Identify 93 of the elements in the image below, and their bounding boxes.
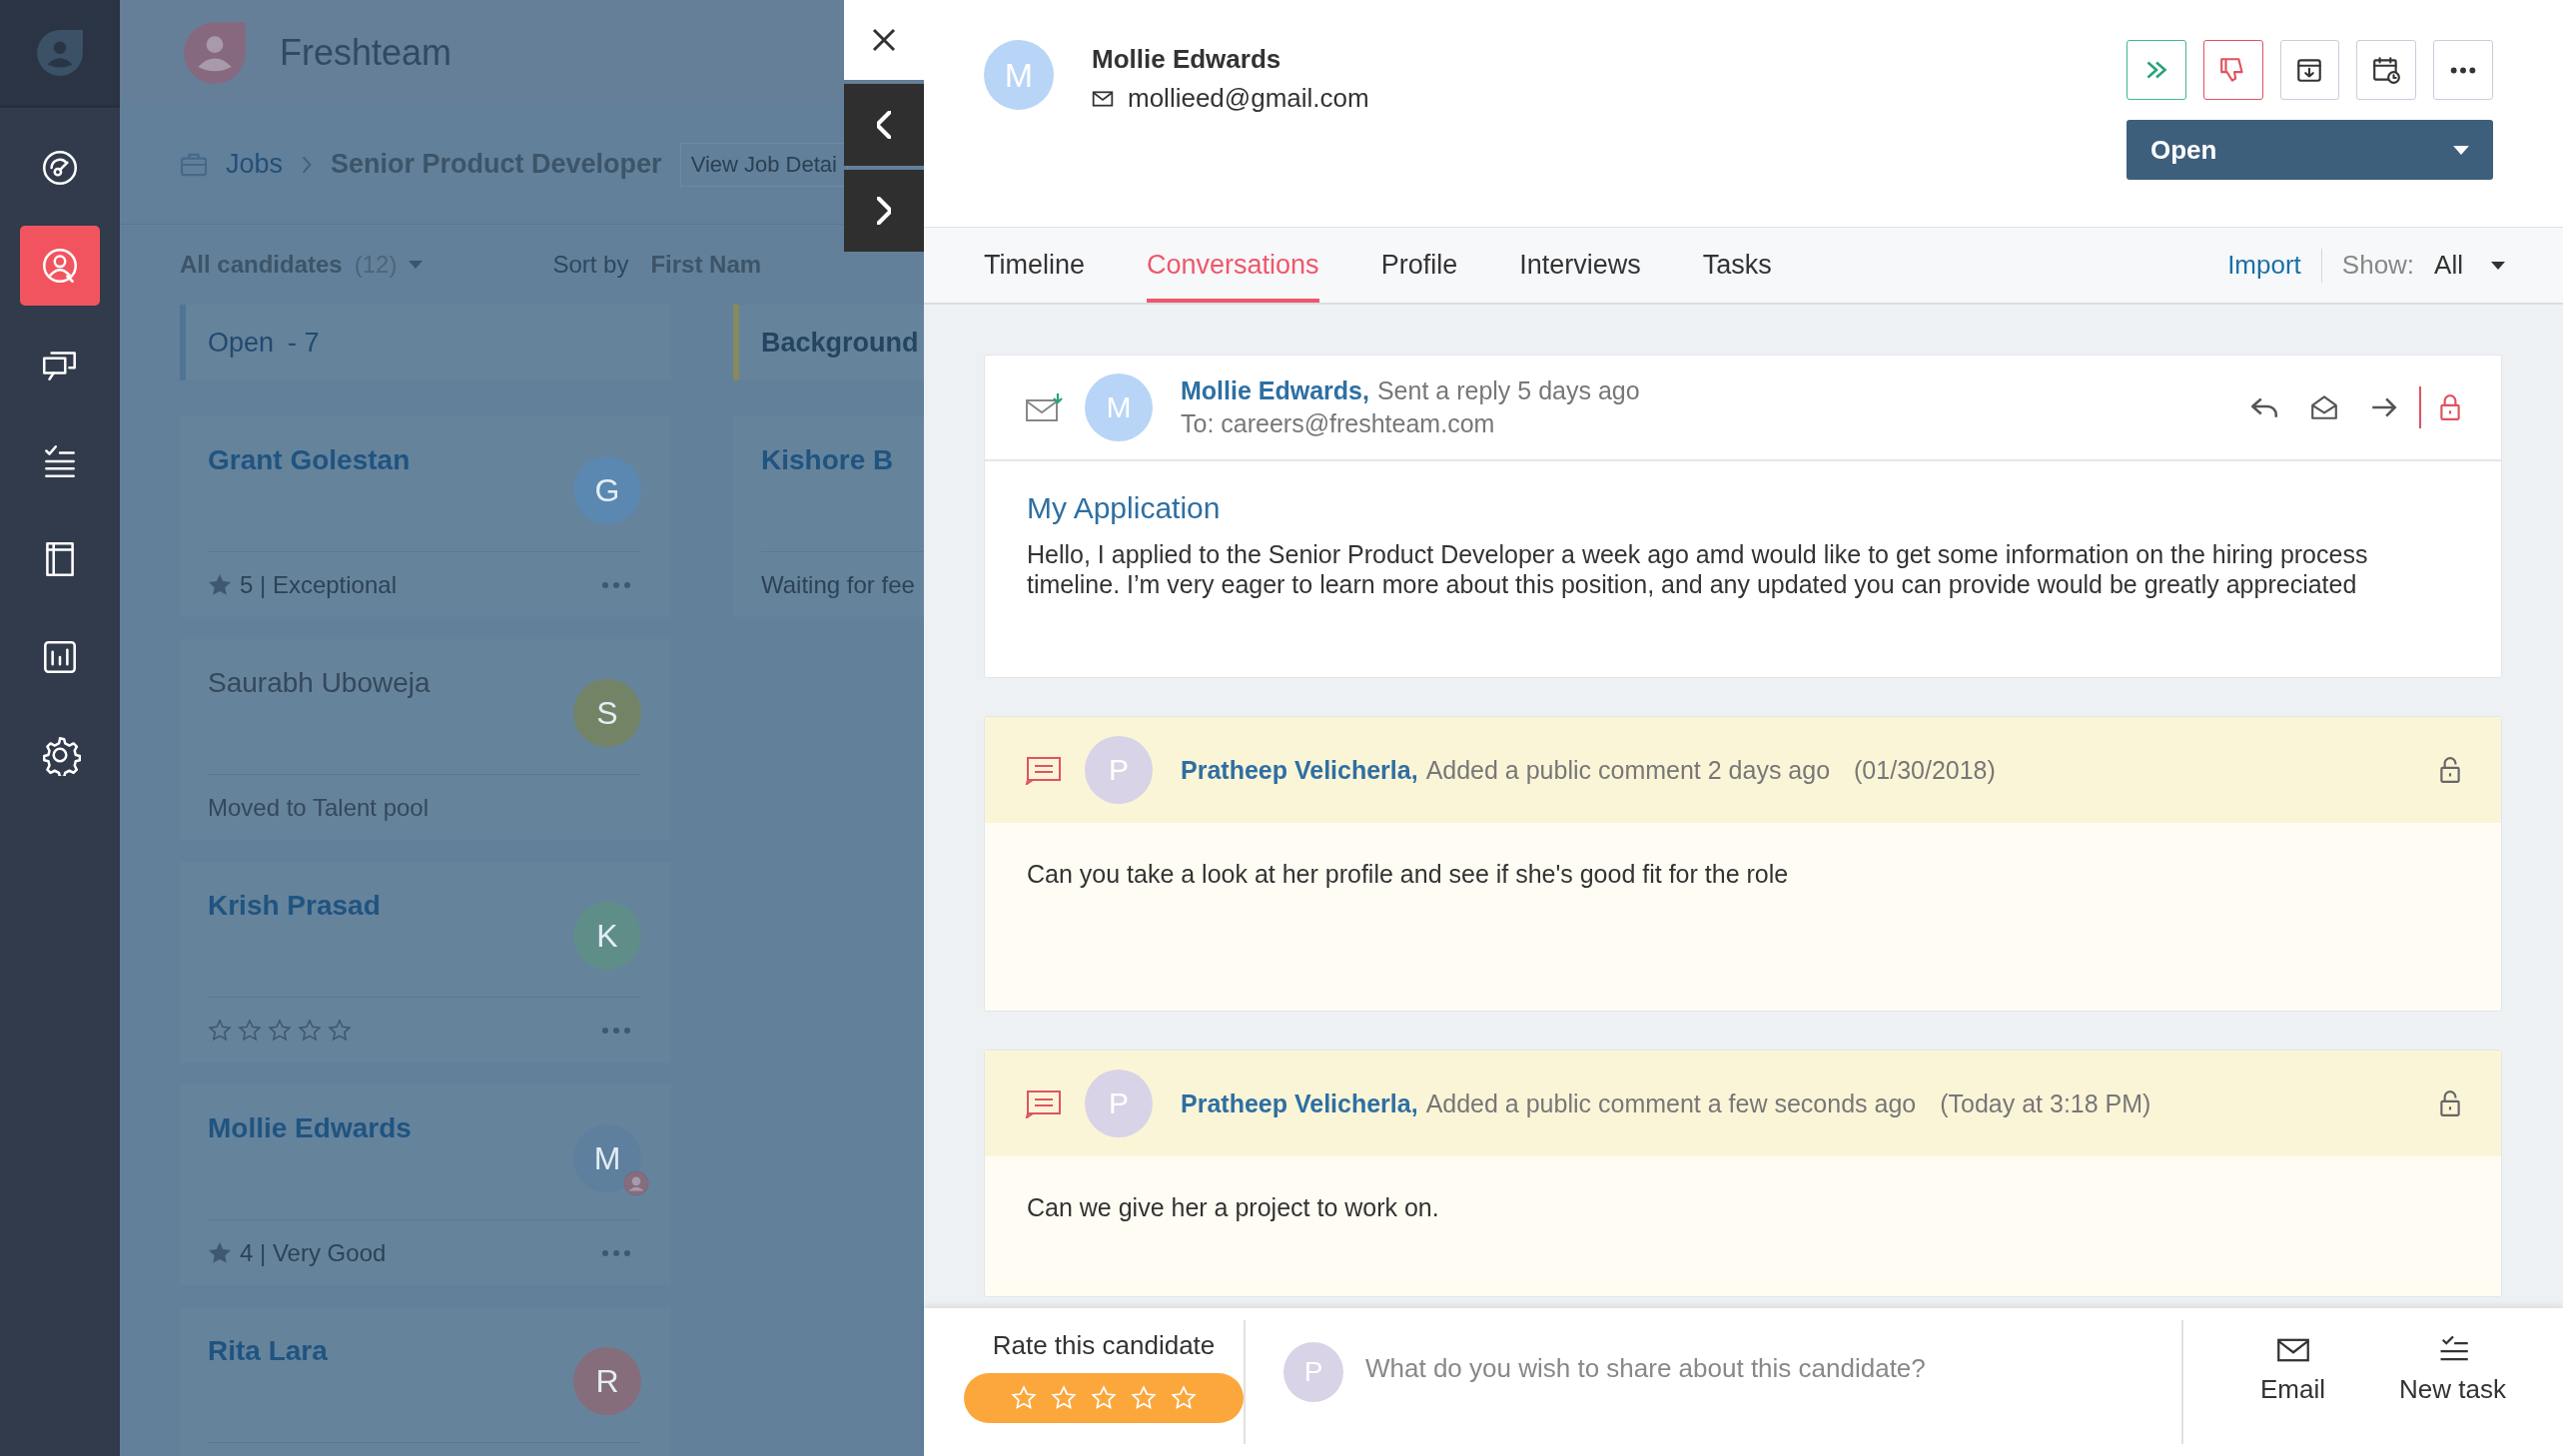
star-icon [1171,1385,1197,1411]
email-received-icon [1025,392,1065,422]
author-name[interactable]: Pratheep Velicherla, [1181,1089,1418,1118]
candidate-email: mollieed@gmail.com [1128,83,1369,114]
avatar: K [573,902,641,970]
comment-date: (Today at 3:18 PM) [1940,1089,2151,1118]
author-name[interactable]: Pratheep Velicherla, [1181,755,1418,785]
author-name[interactable]: Mollie Edwards, [1181,376,1369,405]
star-icon [238,1018,262,1043]
email-button[interactable]: Email [2260,1336,2326,1426]
candidate-name: Mollie Edwards [1092,44,1282,75]
star-icon [1131,1385,1157,1411]
candidate-card[interactable]: Kishore B Waiting for fee [733,416,924,617]
caret-icon [409,261,424,269]
candidate-name: Kishore B [761,444,894,476]
candidate-card[interactable]: Krish Prasad K [180,862,671,1063]
chevron-right-icon [877,197,891,225]
star-icon [208,1018,232,1043]
import-link[interactable]: Import [2227,250,2301,281]
status-dropdown[interactable]: Open [2127,120,2493,180]
tab[interactable]: Profile [1380,228,1458,303]
more-button[interactable] [2433,40,2493,100]
star-rating[interactable] [208,1018,352,1043]
rating-text: 4 | Very Good [240,1238,387,1267]
tab[interactable]: Timeline [984,228,1086,303]
message-body: Can you take a look at her profile and see if she's good fit for the role [1027,859,1790,889]
status-text: Moved to Talent pool [208,793,429,822]
mail-icon [1092,90,1114,107]
caret-icon [2491,261,2505,270]
schedule-icon [2371,55,2402,85]
close-button[interactable] [844,0,924,80]
message-body: Hello, I applied to the Senior Product Developer a week ago amd would like to get some information on the hiring process timeline. I’m very eager to learn more about this position, and any updated you can provide would be greatly appreciated [1027,539,2369,599]
column-title: Open [208,327,275,359]
more-icon [2450,66,2477,74]
unlocked-icon[interactable] [2439,756,2461,784]
candidate-name: Grant Golestan [208,444,411,476]
rate-label: Rate this candidate [992,1330,1216,1361]
message-meta: Added a public comment 2 days ago [1425,755,1831,785]
avatar: S [573,679,641,747]
star-icon [1011,1385,1037,1411]
unlocked-icon[interactable] [2439,1090,2461,1117]
candidate-name: Krish Prasad [208,890,381,922]
comment-field[interactable]: What do you wish to share about this candidate? [1363,1348,2181,1388]
avatar: M [1085,373,1153,441]
previous-button[interactable] [844,84,924,166]
comment-date: (01/30/2018) [1854,755,1996,785]
status-text: Waiting for fee [761,570,915,599]
candidate-card[interactable]: Mollie Edwards M 4 | Very Good [180,1085,671,1285]
show-dropdown[interactable]: All [2434,250,2505,281]
message-meta: Added a public comment a few seconds ago [1425,1089,1917,1118]
move-forward-button[interactable] [2127,40,2186,100]
avatar: G [573,456,641,524]
tab[interactable]: Interviews [1519,228,1641,303]
message-meta: Sent a reply 5 days ago [1376,376,1640,405]
message-body: Can we give her a project to work on. [1027,1192,1440,1222]
schedule-button[interactable] [2356,40,2417,100]
star-icon [208,572,232,597]
archive-button[interactable] [2279,40,2340,100]
reject-button[interactable] [2202,40,2263,100]
star-icon [268,1018,292,1043]
candidate-card[interactable]: Saurabh Uboweja S Moved to Talent pool [180,639,671,840]
new-task-button[interactable]: New task [2399,1336,2506,1426]
tab[interactable]: Tasks [1702,228,1772,303]
show-label: Show: [2341,250,2415,281]
candidate-name: Mollie Edwards [208,1112,412,1144]
column-count: - 7 [288,327,320,359]
tab[interactable]: Conversations [1147,228,1319,303]
candidate-name: Rita Lara [208,1335,328,1367]
open-envelope-icon[interactable] [2309,394,2339,420]
star-icon [208,1240,232,1265]
next-button[interactable] [844,170,924,252]
lock-icon[interactable] [2439,393,2461,421]
mail-icon [2275,1336,2310,1364]
star-icon [1051,1385,1077,1411]
star-icon [1091,1385,1117,1411]
close-icon [870,26,898,54]
candidate-card[interactable]: Grant Golestan G 5 | Exceptional [180,416,671,617]
column-title: Background [761,327,919,359]
caret-icon [2453,145,2469,155]
star-icon [298,1018,322,1043]
chevron-left-icon [877,111,891,139]
rating-text: 5 | Exceptional [240,570,397,599]
star-rating[interactable] [1011,1385,1197,1411]
briefcase-icon [180,152,208,177]
avatar: R [573,1347,641,1415]
chevron-icon [301,154,314,175]
avatar: M [984,40,1054,110]
sort-label: Sort by [552,251,629,279]
candidate-name: Saurabh Uboweja [208,667,430,699]
star-icon [328,1018,352,1043]
recipient: To: careers@freshteam.com [1181,409,1496,438]
candidate-card[interactable]: Rita Lara R [180,1307,671,1456]
message-subject: My Application [1027,491,1222,525]
